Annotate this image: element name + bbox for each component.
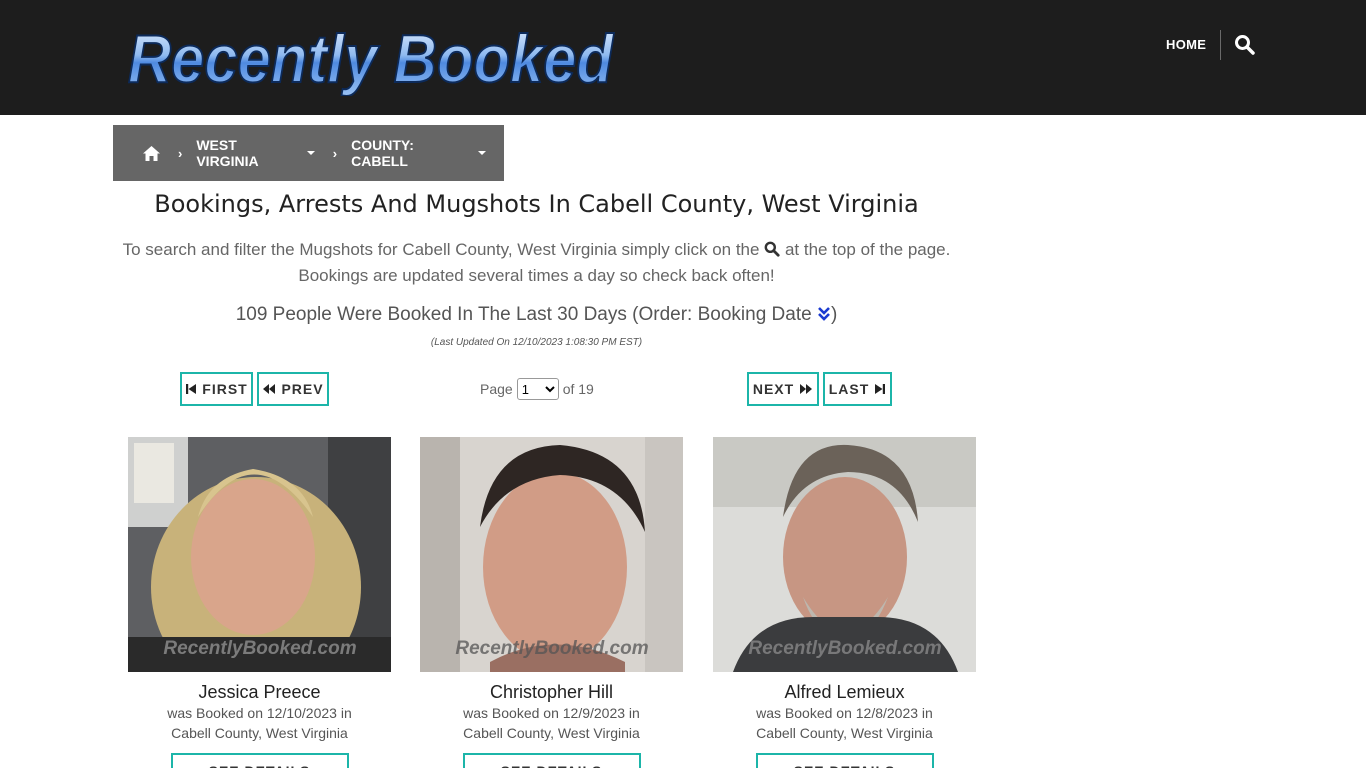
site-logo[interactable]: Recently Booked [126,16,626,96]
person-name[interactable]: Jessica Preece [128,682,391,703]
booking-card[interactable]: RecentlyBooked.com Christopher Hill was … [420,437,683,768]
search-icon [764,239,780,257]
booking-date: was Booked on 12/8/2023 in [756,705,933,721]
breadcrumb: › WEST VIRGINIA › COUNTY: CABELL [113,125,504,181]
page-title: Bookings, Arrests And Mugshots In Cabell… [154,190,919,218]
breadcrumb-state-label: WEST VIRGINIA [196,137,259,169]
intro-text-part2: at the top of the page. [784,240,951,259]
prev-label: PREV [281,381,324,397]
watermark: RecentlyBooked.com [748,638,941,659]
home-icon[interactable] [143,145,160,161]
booking-location: Cabell County, West Virginia [756,725,933,741]
breadcrumb-county[interactable]: COUNTY: CABELL [351,137,486,169]
sort-order-icon[interactable] [817,306,831,322]
next-page-button[interactable]: NEXT [747,372,819,406]
mugshot-image[interactable]: RecentlyBooked.com [713,437,976,672]
caret-down-icon [306,151,315,155]
first-page-button[interactable]: FIRST [180,372,253,406]
chevron-right-icon: › [178,145,183,161]
breadcrumb-state[interactable]: WEST VIRGINIA [196,137,315,169]
logo-text: Recently Booked [128,21,614,96]
booking-date: was Booked on 12/10/2023 in [167,705,352,721]
chevron-right-icon: › [332,145,338,161]
watermark: RecentlyBooked.com [455,638,648,659]
nav-divider [1220,30,1221,60]
watermark: RecentlyBooked.com [163,638,356,659]
page-selector: Page 1 of 19 [480,378,594,400]
booking-location: Cabell County, West Virginia [171,725,348,741]
see-details-button[interactable]: SEE DETAILS [170,753,349,768]
first-icon [186,384,197,394]
booking-count: 109 People Were Booked In The Last 30 Da… [113,304,960,326]
intro-text: To search and filter the Mugshots for Ca… [113,237,960,289]
person-name[interactable]: Alfred Lemieux [713,682,976,703]
last-page-button[interactable]: LAST [823,372,892,406]
first-label: FIRST [202,381,248,397]
mugshot-image[interactable]: RecentlyBooked.com [420,437,683,672]
page-select[interactable]: 1 [516,378,559,400]
intro-text-part1: To search and filter the Mugshots for Ca… [122,240,760,259]
booking-card[interactable]: RecentlyBooked.com Alfred Lemieux was Bo… [713,437,976,768]
see-details-button[interactable]: SEE DETAILS [755,753,934,768]
last-label: LAST [828,381,870,397]
site-header: Recently Booked HOME [0,0,1366,115]
see-details-button[interactable]: SEE DETAILS [462,753,641,768]
booking-card[interactable]: RecentlyBooked.com Jessica Preece was Bo… [128,437,391,768]
booking-location: Cabell County, West Virginia [463,725,640,741]
search-icon[interactable] [1234,34,1256,56]
intro-text-line2: Bookings are updated several times a day… [298,266,775,285]
last-updated: (Last Updated On 12/10/2023 1:08:30 PM E… [430,337,643,348]
booking-count-text: 109 People Were Booked In The Last 30 Da… [235,304,812,325]
prev-page-button[interactable]: PREV [257,372,329,406]
forward-icon [800,384,813,394]
person-name[interactable]: Christopher Hill [420,682,683,703]
last-icon [875,384,886,394]
caret-down-icon [478,151,486,155]
next-label: NEXT [752,381,795,397]
page-total: of 19 [562,381,594,397]
breadcrumb-county-label: COUNTY: CABELL [351,137,414,169]
booking-date: was Booked on 12/9/2023 in [463,705,640,721]
mugshot-image[interactable]: RecentlyBooked.com [128,437,391,672]
nav-home-link[interactable]: HOME [1166,36,1206,54]
booking-count-close: ) [830,304,838,325]
backward-icon [263,384,276,394]
page-label: Page [480,381,513,397]
